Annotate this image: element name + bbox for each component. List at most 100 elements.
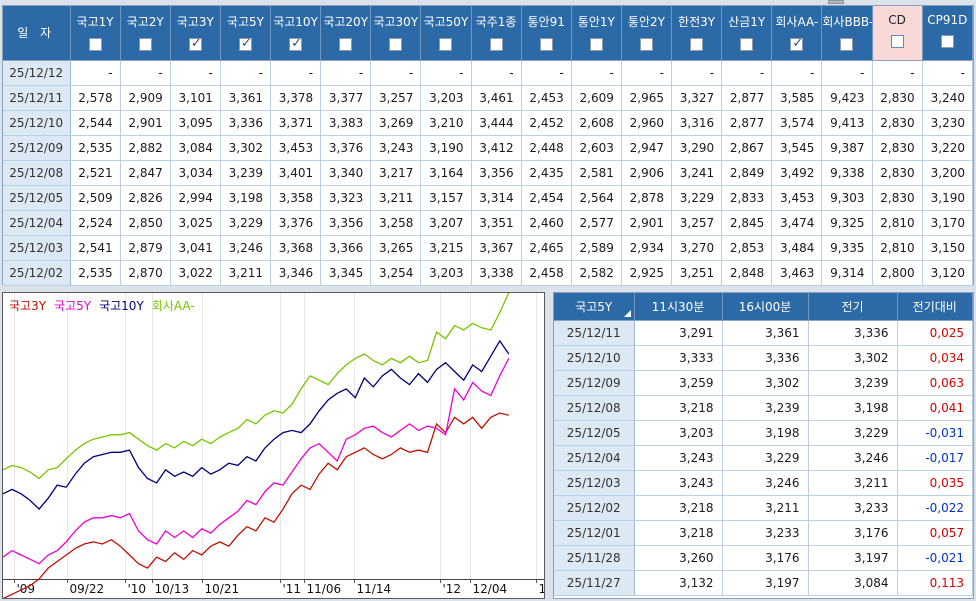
quote-change-cell: -0,031 — [897, 420, 973, 446]
rate-cell: 3,351 — [471, 210, 522, 236]
rate-chart-panel: 국고3Y 국고5Y 국고10Y 회사AA- '09 09/22'10 10/13 10/21… — [2, 292, 545, 599]
column-header-회사BBB-: 회사BBB- — [821, 6, 873, 61]
rate-cell: - — [721, 60, 773, 86]
series-checkbox-통안1Y[interactable] — [589, 38, 603, 51]
rate-cell: 2,877 — [721, 110, 773, 136]
rate-cell: 3,270 — [671, 235, 723, 261]
series-checkbox-국고2Y[interactable] — [138, 38, 152, 51]
series-checkbox-국주1종[interactable] — [489, 38, 503, 51]
x-tick-label: '10 — [128, 582, 147, 596]
series-checkbox-국고1Y[interactable] — [88, 38, 102, 51]
rate-cell: 3,230 — [922, 110, 974, 136]
series-checkbox-한전3Y[interactable] — [690, 38, 704, 51]
series-checkbox-국고3Y[interactable] — [188, 36, 202, 51]
series-checkbox-회사AA-[interactable] — [790, 36, 804, 51]
series-checkbox-국고20Y[interactable] — [339, 38, 353, 51]
column-label: 국고10Y — [273, 15, 318, 29]
rate-cell: 9,387 — [821, 135, 873, 161]
rate-cell: 2,879 — [120, 235, 171, 261]
date-column-header: 일 자 — [3, 6, 71, 61]
series-checkbox-CD[interactable] — [890, 35, 904, 48]
rate-cell: 3,240 — [922, 85, 974, 111]
line-series-회사AA- — [3, 293, 510, 480]
x-tick-label: 1 — [539, 582, 545, 596]
legend-item-회사AA-: 회사AA- — [151, 299, 195, 313]
rate-cell: - — [70, 60, 121, 86]
rate-cell: 3,241 — [671, 160, 723, 186]
quote-change-cell: 0,034 — [897, 345, 973, 371]
rate-cell: 2,878 — [621, 185, 673, 211]
rate-cell: 3,203 — [420, 85, 472, 111]
quote-date-cell: 25/12/01 — [554, 520, 635, 546]
rate-cell: 3,302 — [220, 135, 272, 161]
quote-1130-cell: 3,259 — [634, 370, 723, 396]
series-checkbox-국고50Y[interactable] — [439, 38, 453, 51]
rate-cell: - — [922, 60, 974, 86]
series-checkbox-산금1Y[interactable] — [740, 38, 754, 51]
rate-cell: 9,338 — [821, 160, 873, 186]
rate-cell: 3,101 — [170, 85, 221, 111]
series-checkbox-회사BBB-[interactable] — [840, 38, 854, 51]
quote-date-cell: 25/12/10 — [554, 345, 635, 371]
quote-table: 국고5Y 11시30분 16시00분 전기 전기대비 25/12/11 3,291 3,36… — [554, 293, 973, 596]
column-label: 국고30Y — [373, 15, 419, 29]
quote-1600-cell: 3,233 — [722, 520, 809, 546]
series-checkbox-국고5Y[interactable] — [238, 36, 252, 51]
quote-prev-cell: 3,229 — [808, 420, 898, 446]
rate-cell: 9,314 — [821, 260, 873, 286]
series-checkbox-국고10Y[interactable] — [289, 36, 303, 51]
rate-cell: 2,845 — [721, 210, 773, 236]
rate-cell: 2,581 — [571, 160, 622, 186]
rate-cell: 2,800 — [872, 260, 923, 286]
rate-cell: 2,833 — [721, 185, 773, 211]
quote-prev-cell: 3,198 — [808, 395, 898, 421]
column-label: 국고2Y — [126, 15, 164, 29]
rate-row-25/12/12: 25/12/12- - - - - - - - - - - - - - - - - - — [3, 60, 974, 86]
rate-cell: 3,401 — [270, 160, 322, 186]
column-header-CP91D: CP91D — [922, 6, 974, 61]
series-checkbox-통안91[interactable] — [539, 38, 553, 51]
rate-cell: 2,877 — [721, 85, 773, 111]
legend-item-국고5Y: 국고5Y — [54, 299, 92, 313]
splitter-grip[interactable] — [828, 0, 844, 4]
date-cell: 25/12/08 — [3, 160, 71, 186]
rate-cell: 9,325 — [821, 210, 873, 236]
series-checkbox-CP91D[interactable] — [940, 35, 954, 48]
column-header-국고10Y: 국고10Y — [270, 6, 322, 61]
rate-cell: 3,358 — [270, 185, 322, 211]
rate-cell: - — [771, 60, 823, 86]
rate-cell: - — [320, 60, 372, 86]
column-label: CP91D — [927, 13, 968, 27]
date-cell: 25/12/02 — [3, 260, 71, 286]
quote-date-cell: 25/11/28 — [554, 545, 635, 571]
quote-table-header-row: 국고5Y 11시30분 16시00분 전기 전기대비 — [554, 293, 973, 321]
quote-header-label: 국고5Y — [575, 299, 613, 314]
rate-cell: 2,458 — [521, 260, 572, 286]
quote-row-25/11/28: 25/11/28 3,260 3,176 3,197 -0,021 — [554, 545, 973, 571]
quote-prev-cell: 3,302 — [808, 345, 898, 371]
line-series-국고10Y — [3, 339, 510, 511]
rate-cell: 2,830 — [872, 160, 923, 186]
series-checkbox-통안2Y[interactable] — [639, 38, 653, 51]
quote-header-전기: 전기 — [808, 293, 898, 321]
rate-cell: 3,323 — [320, 185, 372, 211]
quote-1600-cell: 3,336 — [722, 345, 809, 371]
rate-cell: 3,340 — [320, 160, 372, 186]
rate-table: 일 자 국고1Y 국고2Y 국고3Y 국고5Y 국고10Y 국고20Y 국고30Y 국고50Y 국… — [3, 6, 974, 286]
quote-1600-cell: 3,197 — [722, 570, 809, 596]
sort-indicator-icon — [623, 309, 631, 317]
rate-row-25/12/02: 25/12/02 2,535 2,870 3,022 3,211 3,346 3,345 3,… — [3, 260, 974, 286]
rate-cell: 2,460 — [521, 210, 572, 236]
quote-1130-cell: 3,218 — [634, 395, 723, 421]
x-tick-label: '11 — [283, 582, 302, 596]
quote-1600-cell: 3,239 — [722, 395, 809, 421]
column-header-한전3Y: 한전3Y — [671, 6, 723, 61]
series-checkbox-국고30Y[interactable] — [389, 38, 403, 51]
quote-header-label: 전기 — [841, 299, 864, 314]
rate-row-25/12/05: 25/12/05 2,509 2,826 2,994 3,198 3,358 3,323 3,… — [3, 185, 974, 211]
quote-change-cell: -0,022 — [897, 495, 973, 521]
rate-cell: 3,545 — [771, 135, 823, 161]
quote-date-cell: 25/11/27 — [554, 570, 635, 596]
quote-series-selector[interactable]: 국고5Y — [554, 293, 635, 321]
rate-cell: 3,269 — [370, 110, 422, 136]
